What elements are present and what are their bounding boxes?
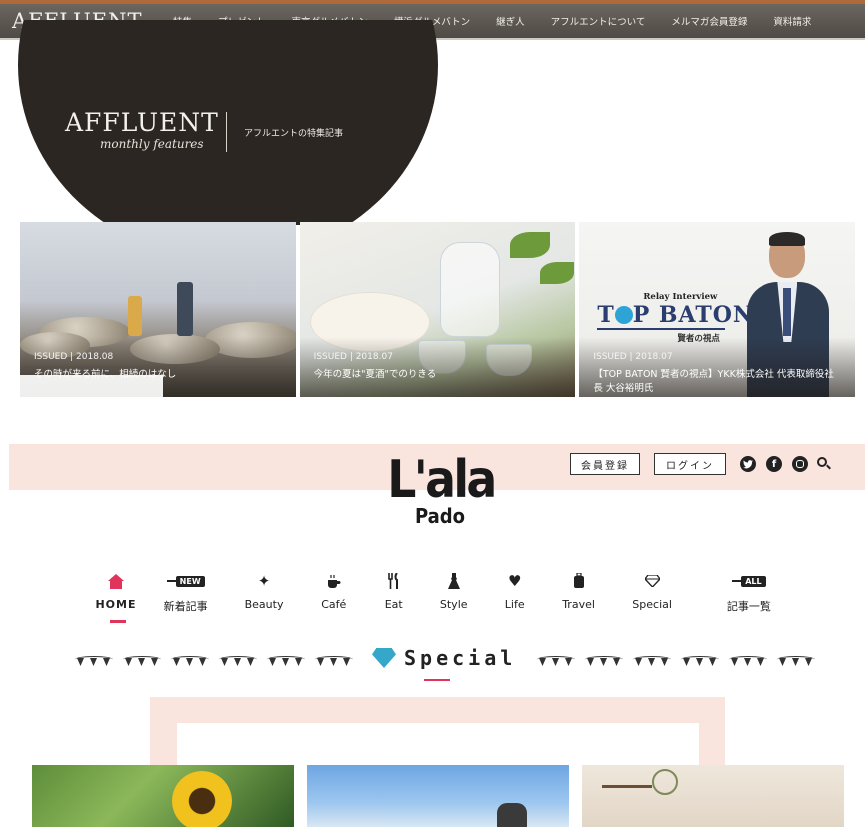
baton-circle-icon <box>614 306 633 324</box>
suitcase-icon <box>546 570 612 592</box>
shelf-image <box>602 785 652 788</box>
facebook-icon[interactable]: f <box>766 456 782 472</box>
home-icon <box>85 570 147 592</box>
lala-pado-logo[interactable]: L'ala Pado <box>380 452 500 526</box>
nav-item-home[interactable]: HOME <box>85 570 147 614</box>
login-button[interactable]: ログイン <box>654 453 726 475</box>
menu-item-newsletter[interactable]: メルマガ会員登録 <box>658 14 760 28</box>
nav-item-eat[interactable]: Eat <box>364 570 424 614</box>
special-article-image[interactable] <box>582 765 844 827</box>
special-article-image[interactable] <box>307 765 569 827</box>
bunting-decoration <box>75 654 353 668</box>
nav-label: Travel <box>562 598 595 611</box>
card-date: ISSUED | 2018.07 <box>593 352 673 362</box>
feature-cards: ISSUED | 2018.08 その時が来る前に、相続のはなし ISSUED … <box>20 222 856 397</box>
nav-item-travel[interactable]: Travel <box>546 570 612 614</box>
top-baton-underline <box>597 328 726 330</box>
heart-icon: ♥ <box>507 572 522 590</box>
coffee-icon <box>304 570 364 592</box>
top-baton-text: TP BATON <box>597 302 755 328</box>
diamond-icon <box>372 648 396 668</box>
sunflower-image <box>172 771 232 827</box>
sake-bottle-image <box>439 242 500 337</box>
person-silhouette-image <box>497 803 527 827</box>
card-title: その時が来る前に、相続のはなし <box>34 369 177 380</box>
nav-item-life[interactable]: ♥ Life <box>484 570 546 614</box>
card-date: ISSUED | 2018.08 <box>34 352 114 362</box>
nav-item-beauty[interactable]: ✦ Beauty <box>224 570 303 614</box>
hero-title: AFFLUENT <box>65 108 219 137</box>
nav-label: 記事一覧 <box>726 600 771 613</box>
nav-item-all-articles[interactable]: ALL 記事一覧 <box>693 570 805 614</box>
card-title: 【TOP BATON 賢者の視点】YKK株式会社 代表取締役社長 大谷裕明氏 <box>593 369 834 394</box>
dress-icon <box>424 570 484 592</box>
hero-divider <box>226 112 227 152</box>
card-title: 今年の夏は"夏酒"でのりきる <box>313 369 437 380</box>
nav-label: Beauty <box>244 598 284 611</box>
leaf-image <box>539 262 574 284</box>
nav-label: Style <box>439 598 468 611</box>
nav-item-cafe[interactable]: Café <box>304 570 364 614</box>
cutlery-icon <box>364 570 424 592</box>
section-heading: Special <box>372 646 516 670</box>
nav-label: Life <box>504 598 525 611</box>
all-tag-icon: ALL <box>693 570 805 592</box>
feature-card[interactable]: Relay Interview TP BATON 賢者の視点 ISSUED | … <box>579 222 856 397</box>
search-icon[interactable] <box>817 457 831 470</box>
twitter-icon[interactable] <box>740 456 756 472</box>
menu-item-documents[interactable]: 資料請求 <box>760 14 824 28</box>
card-shade <box>299 337 576 397</box>
feature-card[interactable]: ISSUED | 2018.08 その時が来る前に、相続のはなし <box>20 222 296 397</box>
nav-item-new[interactable]: NEW 新着記事 <box>147 570 224 614</box>
sparkle-icon: ✦ <box>257 572 271 590</box>
section-underline <box>424 679 450 681</box>
menu-item-about[interactable]: アフルエントについて <box>538 14 659 28</box>
active-nav-indicator <box>110 620 126 623</box>
wreath-image <box>652 769 678 795</box>
nav-label: HOME <box>95 598 137 611</box>
figurine-image <box>128 296 142 336</box>
nav-label: Special <box>632 598 672 611</box>
nav-item-special[interactable]: Special <box>611 570 692 614</box>
nav-label: Eat <box>384 598 403 611</box>
special-article-image[interactable] <box>32 765 294 827</box>
features-hero: AFFLUENT monthly features アフルエントの特集記事 <box>18 20 438 225</box>
nav-item-style[interactable]: Style <box>424 570 484 614</box>
instagram-icon[interactable] <box>792 456 808 472</box>
feature-card[interactable]: ISSUED | 2018.07 今年の夏は"夏酒"でのりきる <box>299 222 576 397</box>
nav-label: Café <box>321 598 347 611</box>
card-date: ISSUED | 2018.07 <box>313 352 393 362</box>
hero-subtitle: monthly features <box>100 137 204 151</box>
menu-item-tsugibito[interactable]: 継ぎ人 <box>483 14 538 28</box>
diamond-icon <box>611 570 692 592</box>
leaf-image <box>509 232 550 258</box>
category-nav: HOME NEW 新着記事 ✦ Beauty Café Eat Style ♥ … <box>85 570 805 614</box>
relay-interview-text: Relay Interview <box>643 292 718 302</box>
hero-label: アフルエントの特集記事 <box>244 129 344 139</box>
new-tag-icon: NEW <box>147 570 224 592</box>
bunting-decoration <box>537 654 815 668</box>
register-button[interactable]: 会員登録 <box>570 453 640 475</box>
nav-label: 新着記事 <box>163 600 208 613</box>
section-title: Special <box>404 646 517 670</box>
figurine-image <box>177 282 193 336</box>
